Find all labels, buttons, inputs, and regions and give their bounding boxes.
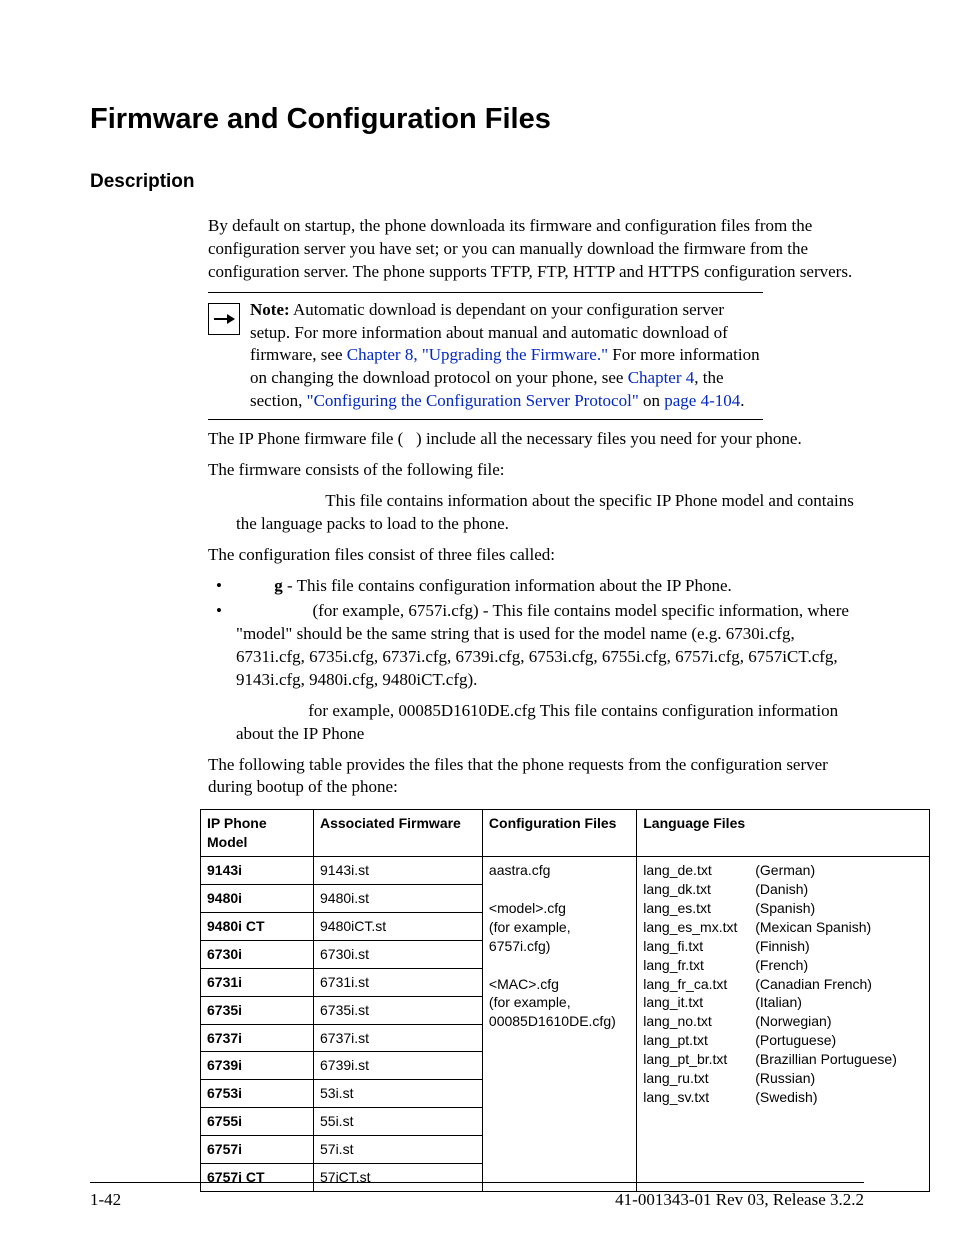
page-number: 1-42 <box>90 1189 121 1212</box>
list-item: g - This file contains configuration inf… <box>208 575 864 598</box>
page-title: Firmware and Configuration Files <box>90 100 864 139</box>
cell-firmware: 9143i.st <box>314 857 483 885</box>
cell-firmware: 6739i.st <box>314 1052 483 1080</box>
cell-model: 6731i <box>201 968 314 996</box>
cell-firmware: 9480iCT.st <box>314 912 483 940</box>
link-cfg-server-protocol[interactable]: "Configuring the Configuration Server Pr… <box>307 391 639 410</box>
firmware-consists-detail: This file contains information about the… <box>236 490 864 536</box>
link-chapter-4[interactable]: Chapter 4 <box>628 368 695 387</box>
list-item: (for example, 6757i.cfg) - This file con… <box>208 600 864 692</box>
cell-language-files: lang_de.txtlang_dk.txtlang_es.txtlang_es… <box>637 857 930 1192</box>
note-label: Note: <box>250 300 290 319</box>
note-part-5: . <box>740 391 744 410</box>
cell-config-files: aastra.cfg <model>.cfg(for example,6757i… <box>482 857 636 1192</box>
cell-model: 6737i <box>201 1024 314 1052</box>
cell-model: 6753i <box>201 1080 314 1108</box>
cell-firmware: 6730i.st <box>314 940 483 968</box>
intro-paragraph: By default on startup, the phone downloa… <box>208 215 864 284</box>
cell-firmware: 6737i.st <box>314 1024 483 1052</box>
config-files-intro: The configuration files consist of three… <box>208 544 864 567</box>
table-intro: The following table provides the files t… <box>208 754 864 800</box>
cell-model: 6735i <box>201 996 314 1024</box>
col-header-config: Configuration Files <box>482 810 636 857</box>
cell-firmware: 57i.st <box>314 1136 483 1164</box>
note-text: Note: Automatic download is dependant on… <box>250 299 763 414</box>
body-content: By default on startup, the phone downloa… <box>208 215 864 800</box>
firmware-file-paragraph: The IP Phone firmware file ( ) include a… <box>208 428 864 451</box>
link-chapter-8[interactable]: Chapter 8, "Upgrading the Firmware." <box>347 345 608 364</box>
cell-firmware: 9480i.st <box>314 885 483 913</box>
table-row: 9143i9143i.staastra.cfg <model>.cfg(for … <box>201 857 930 885</box>
note-box: Note: Automatic download is dependant on… <box>208 292 763 421</box>
mac-cfg-line: for example, 00085D1610DE.cfg This file … <box>236 700 864 746</box>
doc-id: 41-001343-01 Rev 03, Release 3.2.2 <box>615 1189 864 1212</box>
firmware-consists-paragraph: The firmware consists of the following f… <box>208 459 864 482</box>
cell-firmware: 6731i.st <box>314 968 483 996</box>
cell-model: 9480i <box>201 885 314 913</box>
table-header-row: IP Phone Model Associated Firmware Confi… <box>201 810 930 857</box>
cell-firmware: 53i.st <box>314 1080 483 1108</box>
link-page-4-104[interactable]: page 4-104 <box>664 391 740 410</box>
cell-firmware: 55i.st <box>314 1108 483 1136</box>
col-header-firmware: Associated Firmware <box>314 810 483 857</box>
cell-model: 6755i <box>201 1108 314 1136</box>
arrow-right-icon <box>208 303 240 335</box>
col-header-model: IP Phone Model <box>201 810 314 857</box>
col-header-language: Language Files <box>637 810 930 857</box>
cell-model: 6757i <box>201 1136 314 1164</box>
cell-model: 6739i <box>201 1052 314 1080</box>
section-heading: Description <box>90 169 864 195</box>
note-part-4: on <box>639 391 665 410</box>
cell-model: 9143i <box>201 857 314 885</box>
page-footer: 1-42 41-001343-01 Rev 03, Release 3.2.2 <box>90 1182 864 1212</box>
firmware-files-table: IP Phone Model Associated Firmware Confi… <box>200 809 930 1191</box>
config-files-list: g - This file contains configuration inf… <box>208 575 864 692</box>
cell-model: 9480i CT <box>201 912 314 940</box>
cell-model: 6730i <box>201 940 314 968</box>
cell-firmware: 6735i.st <box>314 996 483 1024</box>
